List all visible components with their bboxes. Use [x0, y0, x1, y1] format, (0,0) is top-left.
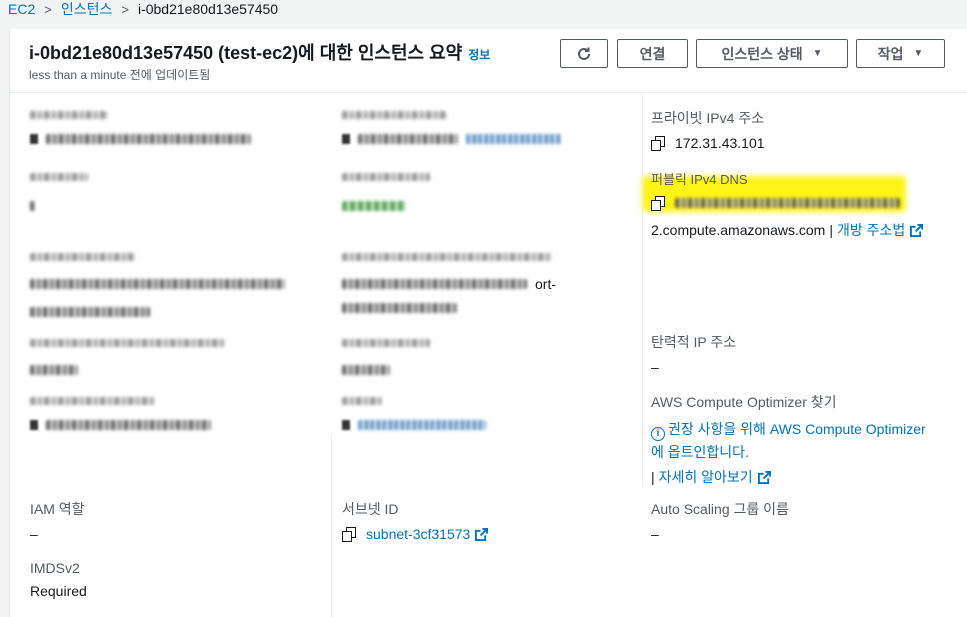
- public-dns-field: 퍼블릭 IPv4 DNS 2.compute.amazonaws.com | 개…: [651, 169, 924, 240]
- subnet-link[interactable]: subnet-3cf31573: [366, 526, 470, 542]
- blurred-field: ort-: [342, 248, 556, 316]
- info-link[interactable]: 정보: [468, 48, 490, 62]
- breadcrumb-instances[interactable]: 인스턴스: [61, 0, 113, 19]
- learn-more-link[interactable]: 자세히 알아보기: [659, 467, 753, 487]
- private-ipv4-value: 172.31.43.101: [675, 135, 765, 151]
- learn-more-row: | 자세히 알아보기: [651, 467, 926, 487]
- elastic-ip-label: 탄력적 IP 주소: [651, 334, 737, 350]
- optimizer-opt-in-link[interactable]: i 권장 사항을 위해 AWS Compute Optimizer 에 옵트인합니…: [651, 418, 926, 463]
- iam-role-field: IAM 역할 –: [30, 499, 85, 542]
- iam-role-value: –: [30, 526, 38, 542]
- blurred-field: [30, 334, 225, 378]
- blurred-field: [342, 168, 430, 214]
- auto-scaling-field: Auto Scaling 그룹 이름 –: [651, 499, 789, 542]
- copy-icon[interactable]: [342, 527, 356, 542]
- connect-button[interactable]: 연결: [617, 39, 688, 68]
- partial-text: ort-: [535, 276, 556, 292]
- blurred-field: [342, 392, 486, 430]
- details-grid: IAM 역할 – IMDSv2 Required ort- 서브넷 ID sub…: [10, 94, 967, 617]
- blurred-field: [30, 106, 251, 144]
- breadcrumb: EC2 > 인스턴스 > i-0bd21e80d13e57450: [0, 0, 278, 18]
- imdsv2-label: IMDSv2: [30, 560, 80, 576]
- copy-icon[interactable]: [651, 196, 665, 211]
- external-link-icon: [910, 223, 924, 237]
- info-icon: i: [651, 427, 665, 441]
- elastic-ip-value: –: [651, 359, 659, 375]
- external-link-icon: [757, 470, 771, 484]
- caret-down-icon: ▼: [913, 48, 924, 59]
- subnet-value-row: subnet-3cf31573: [342, 526, 489, 542]
- refresh-button[interactable]: [560, 39, 608, 68]
- private-ipv4-label: 프라이빗 IPv4 주소: [651, 110, 765, 126]
- imdsv2-value: Required: [30, 583, 87, 599]
- private-ipv4-row: 172.31.43.101: [651, 135, 765, 151]
- blurred-field: [342, 334, 430, 378]
- chevron-right-icon: >: [44, 1, 52, 17]
- last-updated-text: less than a minute 전에 업데이트됨: [29, 68, 211, 82]
- public-dns-row: [651, 196, 923, 211]
- chevron-right-icon: >: [121, 1, 129, 17]
- compute-optimizer-field: AWS Compute Optimizer 찾기 i 권장 사항을 위해 AWS …: [651, 392, 926, 487]
- iam-role-label: IAM 역할: [30, 501, 85, 517]
- imdsv2-field: IMDSv2 Required: [30, 560, 87, 599]
- subnet-field: 서브넷 ID subnet-3cf31573: [342, 499, 489, 542]
- refresh-icon: [578, 47, 590, 60]
- optimizer-label: AWS Compute Optimizer 찾기: [651, 394, 837, 410]
- actions-label: 작업: [877, 45, 904, 62]
- public-dns-label: 퍼블릭 IPv4 DNS: [651, 172, 748, 187]
- separator: |: [829, 222, 833, 238]
- open-address-link[interactable]: 개방 주소법: [837, 220, 905, 240]
- page-title: i-0bd21e80d13e57450 (test-ec2)에 대한 인스턴스 …: [29, 39, 490, 65]
- optimizer-line-2: 에 옵트인합니다.: [651, 444, 749, 460]
- instance-summary-panel: i-0bd21e80d13e57450 (test-ec2)에 대한 인스턴스 …: [10, 29, 967, 617]
- instance-state-label: 인스턴스 상태: [721, 45, 803, 62]
- caret-down-icon: ▼: [812, 48, 823, 59]
- instance-state-button[interactable]: 인스턴스 상태 ▼: [696, 39, 848, 68]
- column-divider: [331, 434, 332, 617]
- asg-value: –: [651, 526, 659, 542]
- actions-button[interactable]: 작업 ▼: [856, 39, 945, 68]
- breadcrumb-current: i-0bd21e80d13e57450: [137, 1, 279, 17]
- blurred-field: [30, 168, 88, 214]
- asg-label: Auto Scaling 그룹 이름: [651, 501, 789, 517]
- blurred-field: [30, 248, 285, 320]
- breadcrumb-ec2[interactable]: EC2: [8, 1, 35, 17]
- public-dns-suffix: 2.compute.amazonaws.com: [651, 222, 826, 238]
- panel-header: i-0bd21e80d13e57450 (test-ec2)에 대한 인스턴스 …: [10, 29, 967, 93]
- public-dns-continued: 2.compute.amazonaws.com | 개방 주소법: [651, 220, 924, 240]
- page-title-text: i-0bd21e80d13e57450 (test-ec2)에 대한 인스턴스 …: [29, 43, 463, 63]
- subnet-label: 서브넷 ID: [342, 501, 399, 517]
- blurred-field: [342, 106, 561, 144]
- elastic-ip-field: 탄력적 IP 주소 –: [651, 332, 736, 375]
- blurred-field: [30, 392, 211, 430]
- copy-icon[interactable]: [651, 136, 665, 151]
- optimizer-line-1: 권장 사항을 위해 AWS Compute Optimizer: [668, 421, 926, 437]
- column-divider: [642, 94, 643, 486]
- external-link-icon: [475, 527, 489, 541]
- separator: |: [651, 469, 655, 485]
- private-ipv4-field: 프라이빗 IPv4 주소 172.31.43.101: [651, 108, 765, 151]
